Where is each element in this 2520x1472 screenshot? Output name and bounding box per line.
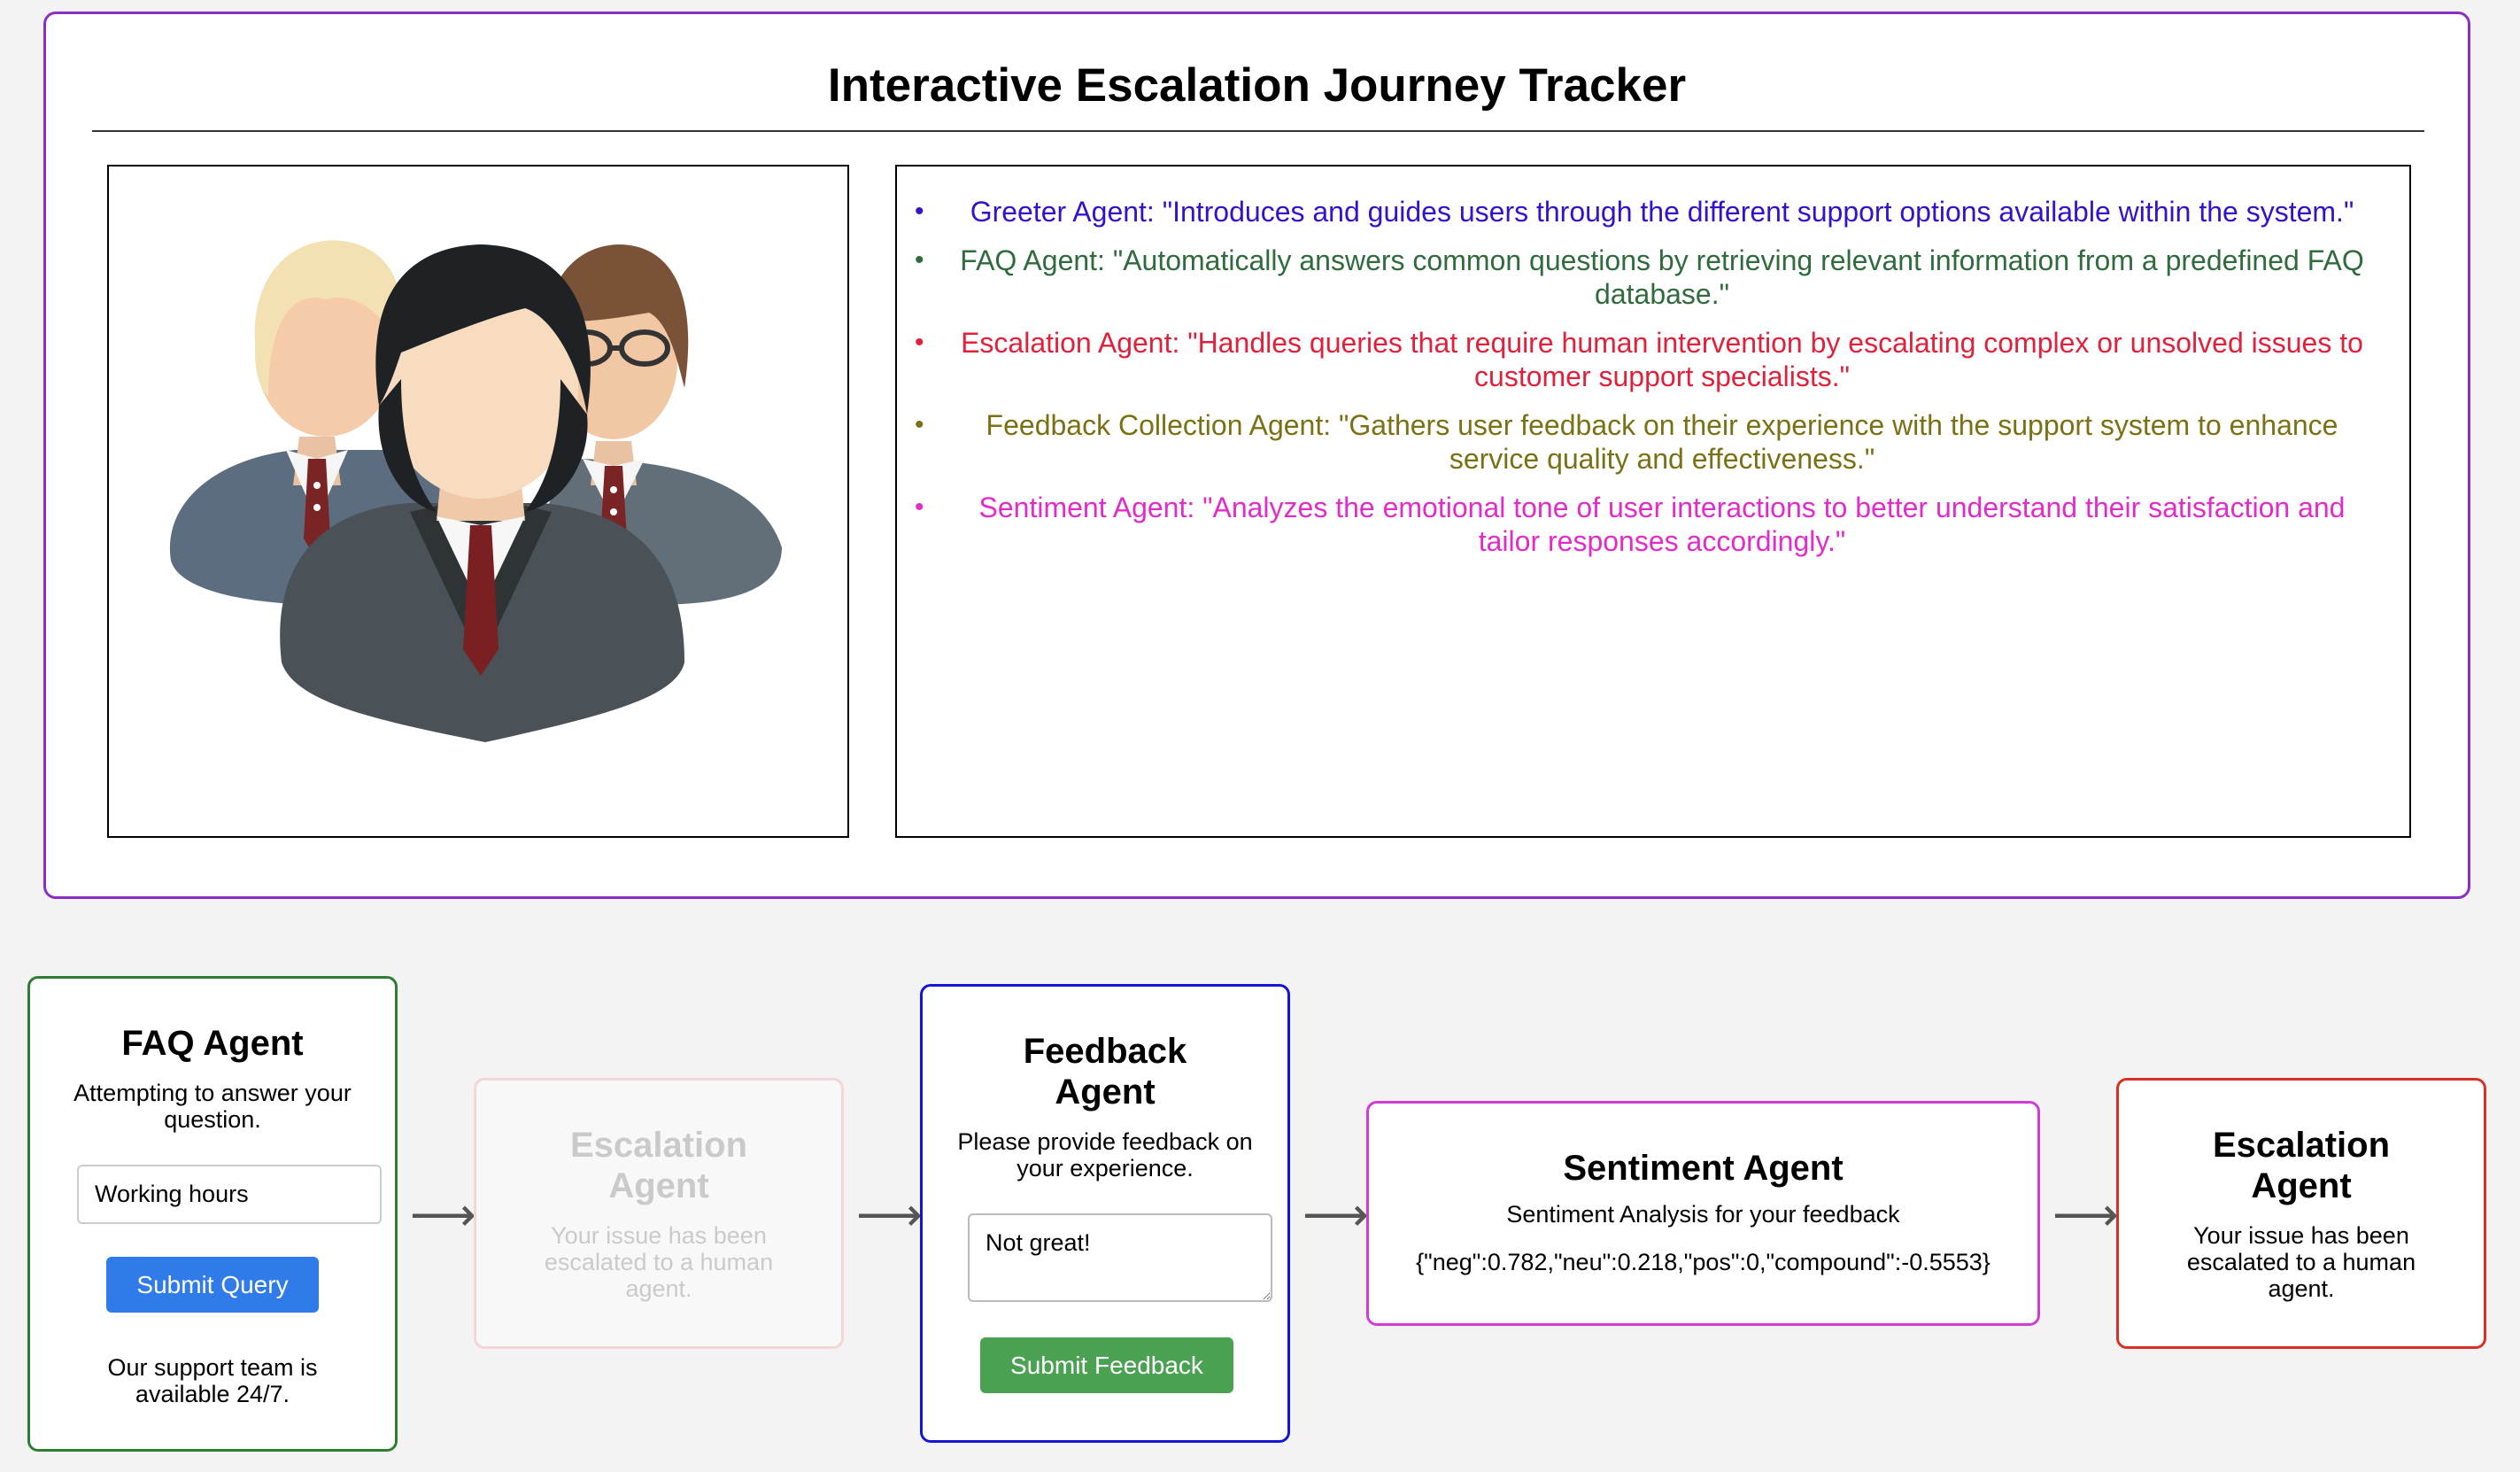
query-input[interactable] [77,1165,382,1224]
desc-item-feedback: • Feedback Collection Agent: "Gathers us… [915,408,2374,476]
sentiment-agent-card: Sentiment Agent Sentiment Analysis for y… [1366,1101,2040,1326]
support-team-illustration-icon [169,240,782,742]
desc-text: FAQ Agent: "Automatically answers common… [960,244,2364,310]
feedback-textarea[interactable] [968,1213,1272,1302]
bullet-icon: • [915,492,924,522]
escalation-agent-card-active: Escalation Agent Your issue has been esc… [2116,1078,2486,1349]
sentiment-subtitle: Sentiment Analysis for your feedback [1506,1201,1900,1228]
agent-descriptions-box: • Greeter Agent: "Introduces and guides … [895,165,2411,838]
flow-arrow-icon: ⟶ [2052,1189,2119,1241]
feedback-prompt-text: Please provide feedback on your experien… [957,1128,1253,1181]
title-divider [92,130,2424,132]
flow-arrow-icon: ⟶ [1303,1189,1369,1241]
escalation-pending-title: Escalation Agent [569,1126,748,1205]
flow-arrow-icon: ⟶ [856,1189,923,1241]
sentiment-result: {"neg":0.782,"neu":0.218,"pos":0,"compou… [1416,1249,1990,1275]
feedback-agent-card: Feedback Agent Please provide feedback o… [920,984,1290,1443]
desc-text: Sentiment Agent: "Analyzes the emotional… [978,492,2346,557]
page-title: Interactive Escalation Journey Tracker [827,59,1687,112]
desc-text: Escalation Agent: "Handles queries that … [961,327,2363,392]
faq-card-title: FAQ Agent [121,1024,304,1063]
bullet-icon: • [915,245,924,275]
desc-item-faq: • FAQ Agent: "Automatically answers comm… [915,244,2374,311]
desc-item-greeter: • Greeter Agent: "Introduces and guides … [915,195,2374,229]
escalation-agent-card-pending: Escalation Agent Your issue has been esc… [474,1078,844,1349]
desc-item-sentiment: • Sentiment Agent: "Analyzes the emotion… [915,491,2374,558]
tracker-panel: Interactive Escalation Journey Tracker •… [43,12,2470,899]
feedback-card-title: Feedback Agent [1023,1032,1187,1112]
bullet-icon: • [915,197,924,226]
faq-agent-card: FAQ Agent Attempting to answer your ques… [27,976,398,1452]
agent-descriptions-list: • Greeter Agent: "Introduces and guides … [897,167,2409,558]
desc-item-escalation: • Escalation Agent: "Handles queries tha… [915,326,2374,393]
faq-answer-text: Our support team is available 24/7. [107,1354,318,1407]
bullet-icon: • [915,410,924,439]
flow-arrow-icon: ⟶ [410,1189,476,1241]
escalation-pending-message: Your issue has been escalated to a human… [544,1222,774,1302]
team-image-frame [107,165,849,838]
bullet-icon: • [915,328,924,357]
desc-text: Feedback Collection Agent: "Gathers user… [986,409,2338,475]
sentiment-card-title: Sentiment Agent [1563,1149,1844,1188]
escalation-active-message: Your issue has been escalated to a human… [2186,1222,2416,1302]
faq-status-text: Attempting to answer your question. [73,1080,352,1133]
submit-query-button[interactable]: Submit Query [106,1257,319,1313]
escalation-active-title: Escalation Agent [2212,1126,2391,1205]
desc-text: Greeter Agent: "Introduces and guides us… [970,196,2354,228]
submit-feedback-button[interactable]: Submit Feedback [980,1337,1233,1393]
